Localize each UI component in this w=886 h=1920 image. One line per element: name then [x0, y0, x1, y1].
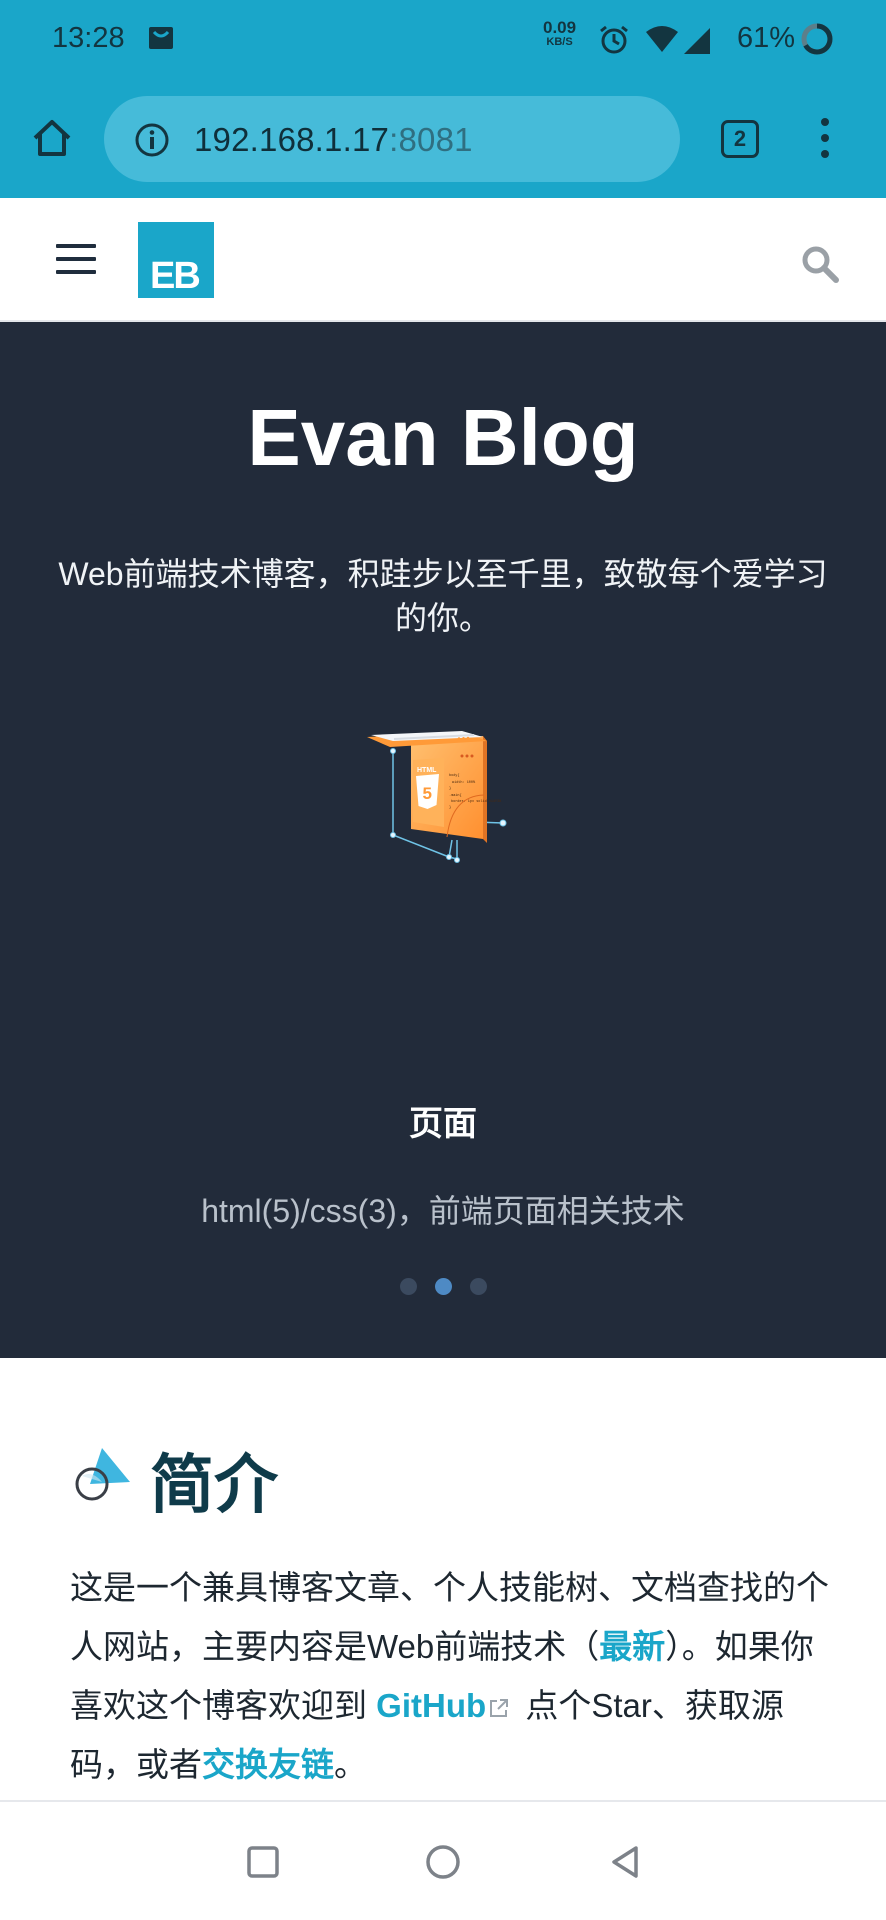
html5-illustration: HTML 5 body{ width: 100% } .main{ border…: [367, 731, 507, 863]
html5-number: 5: [423, 784, 432, 803]
status-time: 13:28: [52, 22, 125, 54]
intro-paragraph: 这是一个兼具博客文章、个人技能树、文档查找的个人网站，主要内容是Web前端技术（…: [70, 1569, 829, 1783]
notification-icon: [149, 27, 173, 49]
home-circle-icon[interactable]: [423, 1842, 463, 1882]
carousel-indicators: [400, 1278, 490, 1296]
hero-tagline: Web前端技术博客，积跬步以至千里，致敬每个爱学习的你。: [58, 556, 828, 636]
intro-heading: 简介: [150, 1449, 278, 1521]
code-line: width: 100%: [452, 780, 476, 785]
exchange-friend-links-link[interactable]: 交换友链: [202, 1746, 334, 1783]
address-bar[interactable]: 192.168.1.17:8081: [104, 96, 680, 182]
url-text: 192.168.1.17:8081: [194, 121, 473, 158]
hamburger-menu-icon[interactable]: [56, 244, 96, 278]
browser-toolbar: 192.168.1.17:8081 2: [0, 80, 886, 198]
home-icon[interactable]: [22, 108, 82, 168]
code-line: .main{: [449, 793, 462, 798]
code-line: body{: [449, 773, 460, 778]
hero-banner: Evan Blog Web前端技术博客，积跬步以至千里，致敬每个爱学习的你。 H…: [0, 322, 886, 1358]
battery-percent: 61%: [737, 22, 796, 54]
info-icon[interactable]: [134, 122, 170, 158]
network-speed: 0.09 KB/S: [543, 18, 577, 48]
code-line: }: [449, 805, 451, 810]
latest-link[interactable]: 最新: [599, 1628, 665, 1665]
signal-icon: [684, 28, 710, 54]
github-link[interactable]: GitHub: [376, 1687, 486, 1724]
html-label: HTML: [417, 767, 437, 774]
code-line: border: 1px solid #14f28: [451, 799, 501, 804]
carousel-dot[interactable]: [400, 1278, 417, 1295]
overflow-menu-icon[interactable]: [810, 114, 840, 164]
feature-title: 页面: [409, 1105, 477, 1143]
system-navigation-bar: [0, 1800, 886, 1920]
feature-description: html(5)/css(3)，前端页面相关技术: [201, 1193, 685, 1229]
carousel-dot-active[interactable]: [435, 1278, 452, 1295]
hero-title: Evan Blog: [247, 393, 639, 482]
code-line: }: [449, 786, 451, 791]
alarm-icon: [600, 25, 628, 54]
tab-switcher-button[interactable]: 2: [721, 120, 759, 158]
site-navbar: EB: [0, 198, 886, 322]
search-icon[interactable]: [800, 244, 840, 284]
status-bar: 13:28 0.09 KB/S 61%: [0, 0, 886, 80]
carousel-dot[interactable]: [470, 1278, 487, 1295]
alarm-wifi-signal-icons: [600, 25, 710, 54]
external-link-icon: [490, 1699, 509, 1717]
back-icon[interactable]: [606, 1842, 646, 1882]
wifi-icon: [646, 26, 678, 52]
intro-heading-icon: [75, 1448, 130, 1501]
recents-icon[interactable]: [243, 1842, 283, 1882]
intro-section: 简介 这是一个兼具博客文章、个人技能树、文档查找的个人网站，主要内容是Web前端…: [0, 1358, 886, 1800]
site-logo[interactable]: EB: [138, 222, 214, 298]
battery-icon: [801, 23, 833, 55]
